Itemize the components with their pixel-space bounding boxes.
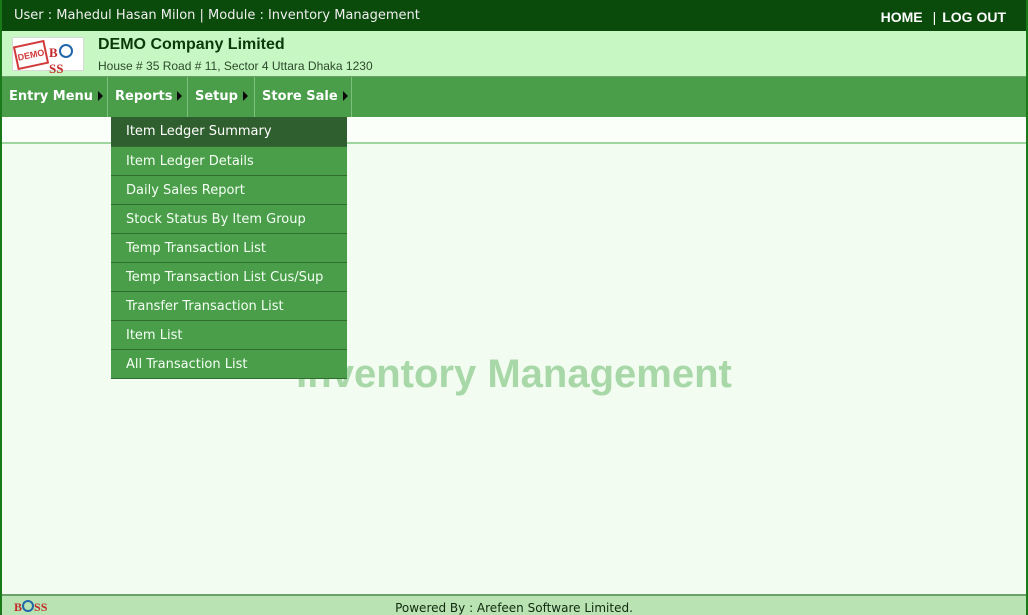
dropdown-item-all-transaction-list[interactable]: All Transaction List: [111, 350, 347, 379]
menu-label: Reports: [115, 89, 173, 104]
dropdown-item-transfer-transaction-list[interactable]: Transfer Transaction List: [111, 292, 347, 321]
top-nav: HOME | LOG OUT: [881, 9, 1006, 25]
app-frame: User : Mahedul Hasan Milon | Module : In…: [0, 0, 1028, 615]
menu-entry-menu[interactable]: Entry Menu: [2, 77, 108, 117]
arrow-right-icon: [242, 91, 248, 101]
dropdown-item-stock-status-by-item-group[interactable]: Stock Status By Item Group: [111, 205, 347, 234]
menu-setup[interactable]: Setup: [188, 77, 255, 117]
dropdown-item-item-list[interactable]: Item List: [111, 321, 347, 350]
dropdown-item-daily-sales-report[interactable]: Daily Sales Report: [111, 176, 347, 205]
arrow-right-icon: [177, 91, 183, 101]
arrow-right-icon: [342, 91, 348, 101]
company-logo: DEMO BSS: [12, 37, 84, 76]
footer-bar: B SS Powered By : Arefeen Software Limite…: [2, 594, 1026, 615]
dropdown-item-item-ledger-summary[interactable]: Item Ledger Summary: [111, 117, 347, 147]
company-address: House # 35 Road # 11, Sector 4 Uttara Dh…: [98, 59, 373, 73]
home-link[interactable]: HOME: [881, 9, 923, 25]
company-header: DEMO BSS DEMO Company Limited House # 35…: [2, 31, 1026, 77]
demo-stamp-logo: DEMO: [12, 39, 50, 71]
dropdown-item-temp-transaction-list-cus-sup[interactable]: Temp Transaction List Cus/Sup: [111, 263, 347, 292]
menu-label: Store Sale: [262, 89, 338, 104]
menu-label: Setup: [195, 89, 238, 104]
menu-reports[interactable]: Reports: [108, 77, 188, 117]
top-bar: User : Mahedul Hasan Milon | Module : In…: [2, 0, 1026, 31]
arrow-right-icon: [98, 91, 104, 101]
logout-link[interactable]: LOG OUT: [942, 9, 1006, 25]
nav-separator: |: [932, 9, 937, 25]
main-menu-bar: Entry Menu Reports Setup Store Sale: [2, 77, 1026, 117]
dropdown-item-temp-transaction-list[interactable]: Temp Transaction List: [111, 234, 347, 263]
boss-logo: BSS: [49, 44, 83, 77]
reports-dropdown-menu: Item Ledger Summary Item Ledger Details …: [111, 117, 347, 379]
user-module-info: User : Mahedul Hasan Milon | Module : In…: [14, 8, 420, 23]
dropdown-item-item-ledger-details[interactable]: Item Ledger Details: [111, 147, 347, 176]
menu-store-sale[interactable]: Store Sale: [255, 77, 352, 117]
menu-label: Entry Menu: [9, 89, 94, 104]
company-name: DEMO Company Limited: [98, 36, 285, 53]
